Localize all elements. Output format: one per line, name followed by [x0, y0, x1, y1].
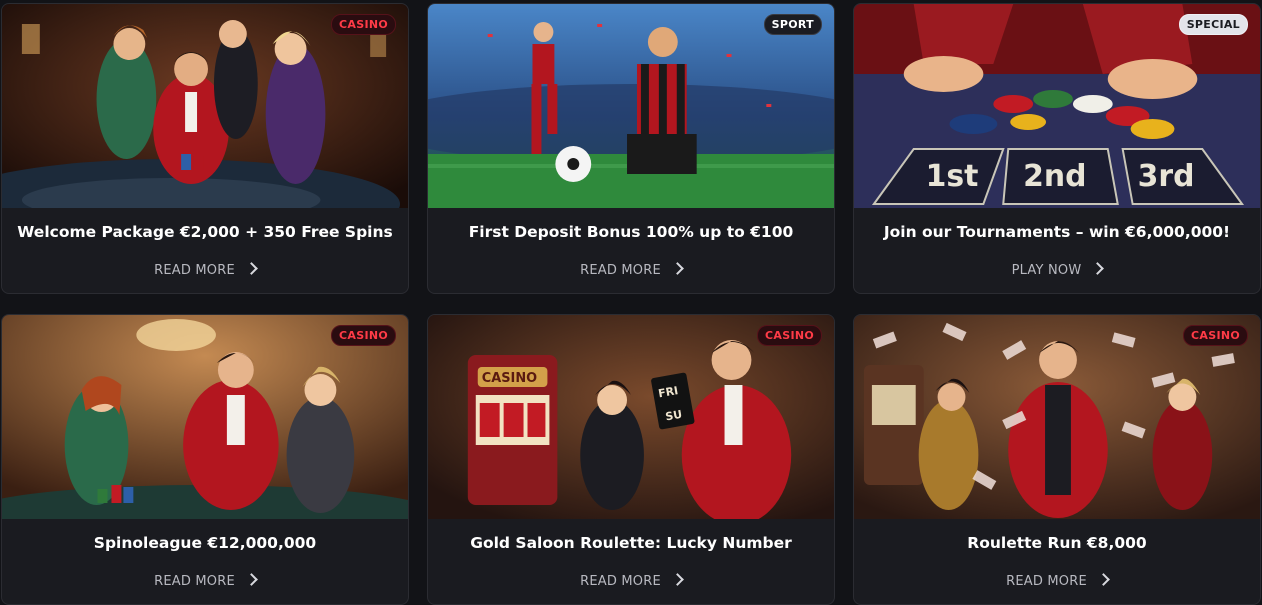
chevron-right-icon	[1091, 262, 1105, 275]
read-more-link[interactable]: READ MORE	[428, 573, 834, 589]
cta-label: READ MORE	[580, 263, 661, 278]
chevron-right-icon	[1097, 573, 1110, 586]
read-more-link[interactable]: READ MORE	[428, 262, 834, 278]
category-badge-special: SPECIAL	[1178, 14, 1248, 35]
chevron-right-icon	[245, 262, 258, 275]
read-more-link[interactable]: READ MORE	[2, 573, 408, 589]
cta-label: READ MORE	[580, 574, 661, 589]
bet-box-2nd: 2nd	[1023, 159, 1086, 194]
promo-title: Join our Tournaments – win €6,000,000!	[883, 223, 1231, 241]
promo-card-roulette-run[interactable]: CASINO Roulette Run €8,000 READ MORE	[853, 314, 1261, 605]
cta-label: READ MORE	[154, 263, 235, 278]
category-badge-casino: CASINO	[1183, 325, 1248, 346]
promo-card-first-deposit[interactable]: SPORT First Deposit Bonus 100% up to €10…	[427, 3, 835, 294]
promo-title: Roulette Run €8,000	[967, 534, 1147, 552]
promo-title: Welcome Package €2,000 + 350 Free Spins	[17, 223, 393, 241]
read-more-link[interactable]: READ MORE	[2, 262, 408, 278]
promo-card-tournaments[interactable]: 1st 2nd 3rd SPECIAL Join our Tournaments…	[853, 3, 1261, 294]
cta-label: PLAY NOW	[1011, 263, 1082, 278]
promo-card-gold-saloon-roulette[interactable]: CASINO FRI SU CASINO Gold Saloon Roulett…	[427, 314, 835, 605]
play-now-link[interactable]: PLAY NOW	[854, 262, 1260, 278]
read-more-link[interactable]: READ MORE	[854, 573, 1260, 589]
promo-title: Spinoleague €12,000,000	[93, 534, 317, 552]
category-badge-sport: SPORT	[763, 14, 822, 35]
slot-machine-sign: CASINO	[482, 371, 537, 386]
promo-title: First Deposit Bonus 100% up to €100	[468, 223, 794, 241]
promo-title: Gold Saloon Roulette: Lucky Number	[470, 534, 792, 552]
bet-box-3rd: 3rd	[1138, 159, 1195, 194]
promo-card-welcome-package[interactable]: CASINO Welcome Package €2,000 + 350 Free…	[1, 3, 409, 294]
category-badge-casino: CASINO	[331, 325, 396, 346]
chevron-right-icon	[245, 573, 258, 586]
chevron-right-icon	[671, 262, 684, 275]
category-badge-casino: CASINO	[757, 325, 822, 346]
category-badge-casino: CASINO	[331, 14, 396, 35]
cta-label: READ MORE	[1006, 574, 1087, 589]
chevron-right-icon	[671, 573, 684, 586]
cta-label: READ MORE	[154, 574, 235, 589]
promo-card-spinoleague[interactable]: CASINO Spinoleague €12,000,000 READ MORE	[1, 314, 409, 605]
bet-box-1st: 1st	[926, 159, 979, 194]
